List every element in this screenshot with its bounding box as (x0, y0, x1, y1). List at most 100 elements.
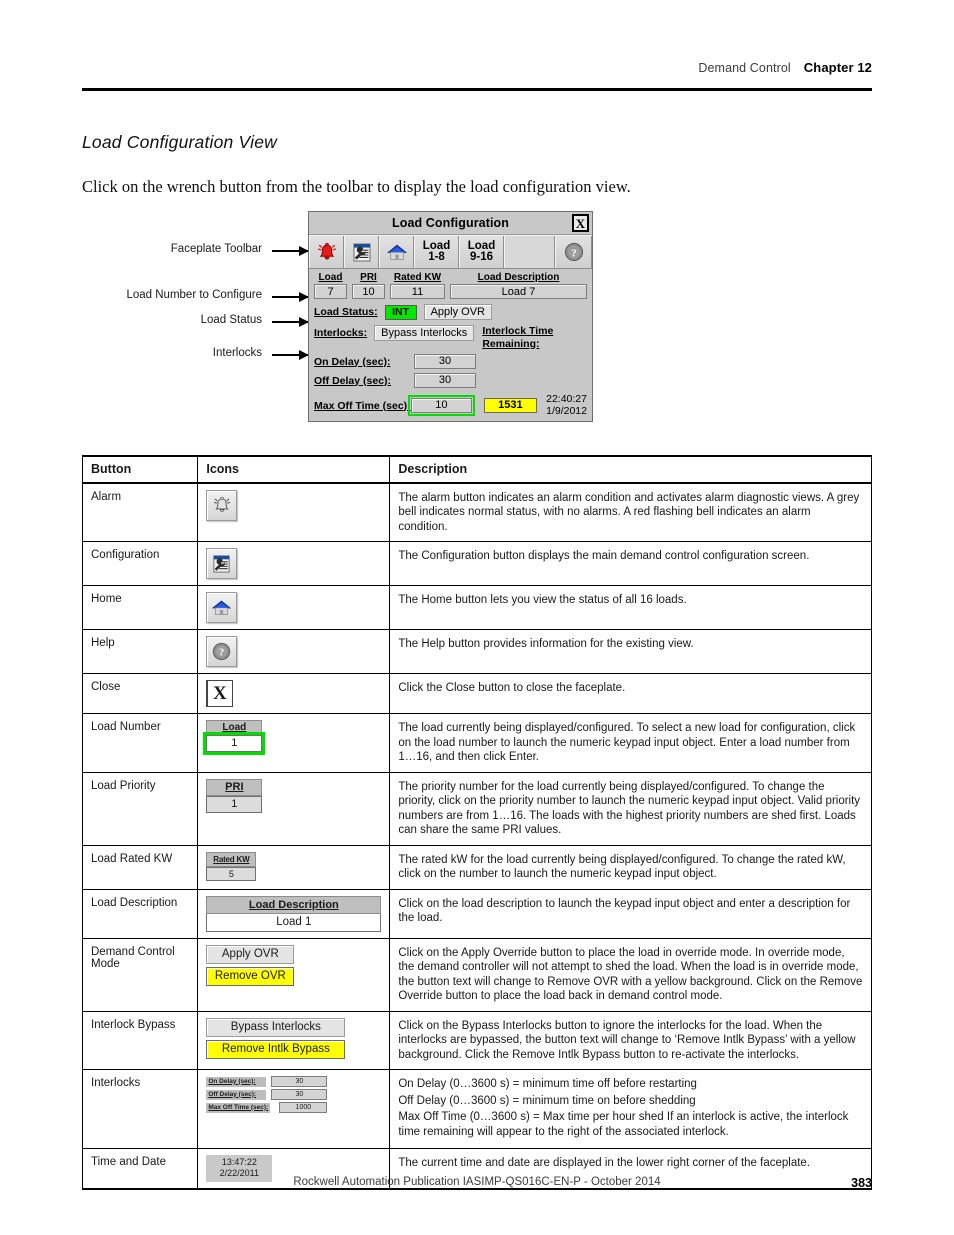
intro-paragraph: Click on the wrench button from the tool… (82, 177, 631, 196)
load-9-16-button[interactable]: Load 9-16 (459, 236, 504, 268)
table-row: Load Number Load 1 The load currently be… (81, 713, 872, 773)
load-priority-field-value: 1 (206, 795, 263, 813)
faceplate-title: Load Configuration (391, 216, 510, 230)
rated-kw-value[interactable]: 11 (390, 284, 445, 299)
callout-arrow-faceplate-toolbar (272, 246, 309, 255)
time-display-value: 13:47:22 (221, 1157, 257, 1167)
svg-text:?: ? (219, 648, 224, 659)
load-number-value[interactable]: 7 (314, 284, 347, 299)
callout-arrow-load-status (272, 317, 309, 326)
table-row: Interlock Bypass Bypass Interlocks Remov… (81, 1010, 872, 1070)
help-question-icon: ? (213, 642, 231, 661)
close-x-icon: X (206, 680, 234, 707)
row-button-name: Alarm (81, 482, 199, 542)
configuration-button[interactable] (344, 236, 379, 268)
alarm-button-icon (206, 489, 238, 521)
help-button-icon: ? (206, 636, 238, 667)
table-row: Load Priority PRI 1 The priority number … (81, 771, 872, 846)
table-row: Load Description Load Description Load 1… (81, 888, 872, 939)
interlock-max-off-time-value: 1000 (279, 1102, 328, 1113)
faceplate-body: Load 7 PRI 10 Rated KW 11 Load Descripti… (309, 269, 592, 421)
off-delay-value[interactable]: 30 (414, 373, 476, 388)
row-description: Click on the load description to launch … (389, 888, 872, 939)
interlock-on-delay-row: On Delay (sec): 30 (206, 1076, 328, 1087)
pri-value[interactable]: 10 (352, 284, 385, 299)
row-button-name: Configuration (81, 541, 199, 586)
callout-load-status: Load Status (142, 314, 262, 326)
row-description: On Delay (0…3600 s) = minimum time off b… (389, 1069, 872, 1149)
table-row: Load Rated KW Rated KW 5 The rated kW fo… (81, 844, 872, 890)
on-delay-row: On Delay (sec): 30 (314, 354, 587, 369)
row-icon-cell (197, 541, 391, 586)
load-number-field-icon: Load 1 (203, 720, 266, 755)
interlock-max-off-time-row: Max Off Time (sec): 1000 (206, 1102, 328, 1113)
row-button-name: Load Description (81, 888, 199, 939)
pri-field-header: PRI (360, 272, 377, 283)
row-icon-cell: On Delay (sec): 30 Off Delay (sec): 30 M… (197, 1069, 391, 1149)
load-status-badge: INT (384, 304, 417, 320)
row-button-name: Interlock Bypass (81, 1010, 199, 1070)
close-button[interactable]: X (572, 214, 589, 232)
help-button[interactable]: ? (555, 236, 592, 268)
load-number-field-header: Load (206, 720, 263, 735)
button-reference-table: Button Icons Description Alarm The alarm… (81, 455, 872, 1190)
column-header-description: Description (389, 455, 872, 484)
callout-label: Load Status (200, 314, 262, 326)
table-row: Configuration The Configuration button d… (81, 541, 872, 586)
load-9-16-label-line2: 9-16 (469, 251, 494, 263)
load-description-value[interactable]: Load 7 (450, 284, 587, 299)
alarm-button[interactable] (309, 236, 344, 268)
interlock-on-delay-value: 30 (271, 1076, 328, 1087)
off-delay-label: Off Delay (sec): (314, 374, 392, 387)
row-description: The rated kW for the load currently bein… (389, 844, 872, 890)
row-description: The Home button lets you view the status… (389, 585, 872, 630)
page-title: Load Configuration View (82, 132, 277, 152)
header-chapter-name: Chapter 12 (803, 60, 872, 75)
column-header-icons: Icons (197, 455, 391, 484)
callout-arrow-interlocks (272, 350, 309, 359)
wrench-config-icon (213, 554, 230, 573)
bypass-interlocks-button[interactable]: Bypass Interlocks (374, 325, 475, 341)
row-button-name: Home (81, 585, 199, 630)
on-delay-value[interactable]: 30 (414, 354, 476, 369)
row-icon-cell: ? (197, 629, 391, 674)
interlock-on-delay-label: On Delay (sec): (206, 1076, 267, 1087)
row-icon-cell: Load 1 (197, 713, 391, 773)
interlock-time-remaining-label: Interlock Time Remaining: (482, 325, 553, 350)
footer-page-number: 383 (851, 1176, 872, 1190)
row-icon-cell: PRI 1 (197, 771, 391, 846)
rated-kw-field-value: 5 (206, 866, 257, 881)
bypass-interlocks-button-icon: Bypass Interlocks (206, 1017, 346, 1037)
table-row: Close X Click the Close button to close … (81, 673, 872, 714)
faceplate-clock-time: 22:40:27 (546, 393, 587, 405)
load-number-field-value: 1 (206, 735, 263, 752)
row-button-name: Demand Control Mode (81, 937, 199, 1012)
apply-ovr-button[interactable]: Apply OVR (423, 304, 493, 320)
rated-kw-field-icon: Rated KW 5 (206, 851, 257, 881)
table-row: Demand Control Mode Apply OVR Remove OVR… (81, 937, 872, 1012)
row-description: The load currently being displayed/confi… (389, 713, 872, 773)
callout-arrow-load-number (272, 292, 309, 301)
row-description: The Configuration button displays the ma… (389, 541, 872, 586)
interlock-time-remaining-line2: Remaining: (482, 337, 540, 350)
callout-faceplate-toolbar: Faceplate Toolbar (122, 243, 262, 255)
max-off-time-row: Max Off Time (sec): 10 1531 22:40:27 1/9… (314, 393, 587, 417)
row-button-name: Load Rated KW (81, 844, 199, 890)
alarm-bell-icon (213, 496, 230, 512)
interlock-desc-line-2: Off Delay (0…3600 s) = minimum time on b… (398, 1094, 696, 1107)
page-running-header: Demand Control Chapter 12 (82, 60, 872, 75)
max-off-time-value[interactable]: 10 (408, 395, 475, 416)
interlock-off-delay-label: Off Delay (sec): (206, 1089, 267, 1100)
apply-ovr-button-icon: Apply OVR (206, 944, 295, 964)
configuration-button-icon (206, 548, 238, 579)
row-icon-cell: Rated KW 5 (197, 844, 391, 890)
home-button[interactable] (379, 236, 414, 268)
row-icon-cell: X (197, 673, 391, 714)
off-delay-row: Off Delay (sec): 30 (314, 373, 587, 388)
load-priority-field-header: PRI (206, 778, 263, 796)
callout-label: Interlocks (212, 347, 262, 359)
load-1-8-label-line2: 1-8 (428, 251, 445, 263)
table-row: Alarm The alarm button indicates an alar… (81, 482, 872, 542)
load-1-8-button[interactable]: Load 1-8 (414, 236, 459, 268)
faceplate-clock: 22:40:27 1/9/2012 (546, 393, 587, 417)
